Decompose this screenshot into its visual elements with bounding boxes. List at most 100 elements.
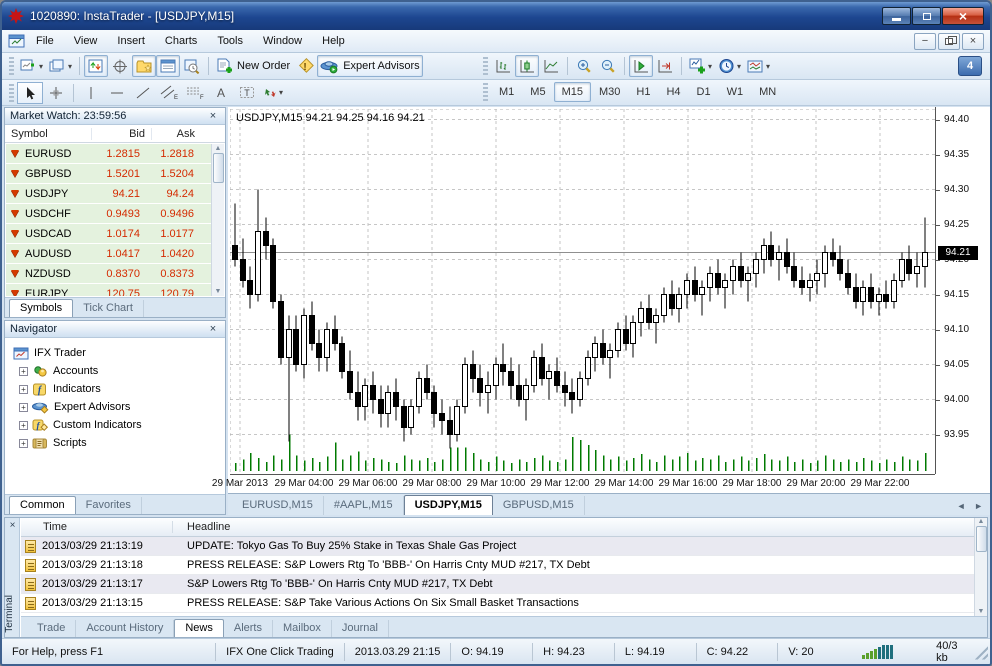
bar-chart-type-button[interactable] — [491, 55, 515, 77]
text-label-tool[interactable]: T — [234, 82, 260, 104]
expand-icon[interactable]: + — [19, 367, 28, 376]
news-row[interactable]: 2013/03/29 21:13:18PRESS RELEASE: S&P Lo… — [21, 556, 974, 575]
navigator-item-scripts[interactable]: +Scripts — [19, 434, 225, 452]
column-bid[interactable]: Bid — [91, 128, 151, 140]
market-watch-row-gbpusd[interactable]: GBPUSD1.52011.5204 — [6, 164, 211, 184]
column-symbol[interactable]: Symbol — [5, 128, 91, 140]
market-watch-toggle[interactable] — [84, 55, 108, 77]
toolbar-grip[interactable] — [483, 83, 488, 101]
timeframe-h1[interactable]: H1 — [628, 82, 658, 102]
terminal-tab-trade[interactable]: Trade — [27, 620, 76, 637]
market-watch-row-usdchf[interactable]: USDCHF0.94930.9496 — [6, 204, 211, 224]
resize-grip[interactable] — [972, 644, 988, 660]
timeframe-m30[interactable]: M30 — [591, 82, 628, 102]
chart-tab-eurusdm15[interactable]: EURUSD,M15 — [232, 496, 324, 515]
trendline-tool[interactable] — [130, 82, 156, 104]
chart-tab-scroll-arrows[interactable]: ◄ ► — [951, 501, 992, 515]
chart-tab-gbpusdm15[interactable]: GBPUSD,M15 — [493, 496, 585, 515]
fibonacci-tool[interactable]: F — [182, 82, 208, 104]
auto-scroll-button[interactable] — [629, 55, 653, 77]
terminal-scrollbar[interactable]: ▲ ▼ — [974, 518, 987, 616]
window-minimize-button[interactable] — [882, 7, 911, 25]
market-watch-close-icon[interactable]: × — [206, 110, 220, 122]
status-trading-mode[interactable]: IFX One Click Trading — [216, 643, 345, 661]
strategy-tester-button[interactable] — [180, 55, 204, 77]
navigator-item-expert-advisors[interactable]: +Expert Advisors — [19, 398, 225, 416]
menu-item-help[interactable]: Help — [312, 32, 355, 50]
data-window-button[interactable] — [108, 55, 132, 77]
column-time[interactable]: Time — [21, 521, 173, 533]
menu-item-tools[interactable]: Tools — [207, 32, 253, 50]
market-watch-row-eurusd[interactable]: EURUSD1.28151.2818 — [6, 144, 211, 164]
chart-plot[interactable] — [230, 109, 935, 472]
navigator-close-icon[interactable]: × — [206, 323, 220, 335]
menu-item-insert[interactable]: Insert — [107, 32, 155, 50]
terminal-tab-news[interactable]: News — [174, 619, 224, 637]
terminal-toggle[interactable] — [156, 55, 180, 77]
navigator-item-custom-indicators[interactable]: +fCustom Indicators — [19, 416, 225, 434]
vertical-line-tool[interactable] — [78, 82, 104, 104]
news-row[interactable]: 2013/03/29 21:13:19UPDATE: Tokyo Gas To … — [21, 537, 974, 556]
chart-tab-usdjpym15[interactable]: USDJPY,M15 — [404, 495, 493, 515]
column-headline[interactable]: Headline — [173, 521, 230, 533]
market-watch-scrollbar[interactable]: ▲ ▼ — [211, 144, 224, 296]
timeframe-d1[interactable]: D1 — [689, 82, 719, 102]
tab-tick-chart[interactable]: Tick Chart — [73, 300, 144, 317]
zoom-out-button[interactable] — [596, 55, 620, 77]
timeframe-w1[interactable]: W1 — [719, 82, 752, 102]
notifications-button[interactable]: 4 — [958, 56, 982, 76]
chart-time-axis[interactable]: 29 Mar 201329 Mar 04:0029 Mar 06:0029 Ma… — [230, 474, 935, 491]
terminal-tab-account-history[interactable]: Account History — [76, 620, 174, 637]
mdi-close-button[interactable]: × — [962, 33, 984, 50]
navigator-item-indicators[interactable]: +fIndicators — [19, 380, 225, 398]
scroll-down-icon[interactable]: ▼ — [978, 608, 985, 615]
expand-icon[interactable]: + — [19, 403, 28, 412]
window-maximize-button[interactable] — [912, 7, 941, 25]
navigator-toggle[interactable] — [132, 55, 156, 77]
text-tool[interactable]: A — [208, 82, 234, 104]
indicators-button[interactable]: ▾ — [686, 55, 715, 77]
toolbar-grip[interactable] — [483, 57, 488, 75]
toolbar-grip[interactable] — [9, 84, 14, 102]
crosshair-tool[interactable] — [43, 82, 69, 104]
horizontal-line-tool[interactable] — [104, 82, 130, 104]
scroll-up-icon[interactable]: ▲ — [978, 518, 985, 525]
timeframe-h4[interactable]: H4 — [658, 82, 688, 102]
periods-button[interactable]: ▾ — [715, 55, 744, 77]
market-watch-title-bar[interactable]: Market Watch: 23:59:56 × — [5, 108, 225, 125]
mdi-minimize-button[interactable]: − — [914, 33, 936, 50]
scroll-thumb[interactable] — [213, 153, 224, 183]
market-watch-row-usdjpy[interactable]: USDJPY94.2194.24 — [6, 184, 211, 204]
new-order-button[interactable]: New Order — [213, 55, 293, 77]
menu-item-window[interactable]: Window — [253, 32, 312, 50]
news-row[interactable]: 2013/03/29 21:13:15PRESS RELEASE: S&P Ta… — [21, 594, 974, 613]
line-chart-type-button[interactable] — [539, 55, 563, 77]
scroll-thumb[interactable] — [976, 526, 987, 552]
new-chart-button[interactable]: ▾ — [17, 55, 46, 77]
tab-common[interactable]: Common — [9, 496, 76, 514]
chart-tab-aaplm15[interactable]: #AAPL,M15 — [324, 496, 404, 515]
terminal-close-icon[interactable]: × — [6, 520, 19, 533]
market-watch-row-audusd[interactable]: AUDUSD1.04171.0420 — [6, 244, 211, 264]
timeframe-m15[interactable]: M15 — [554, 82, 591, 102]
tab-favorites[interactable]: Favorites — [76, 497, 142, 514]
important-button[interactable]: ! — [293, 55, 317, 77]
cursor-tool[interactable] — [17, 82, 43, 104]
navigator-title-bar[interactable]: Navigator × — [5, 321, 225, 338]
market-watch-row-usdcad[interactable]: USDCAD1.01741.0177 — [6, 224, 211, 244]
expand-icon[interactable]: + — [19, 421, 28, 430]
market-watch-row-nzdusd[interactable]: NZDUSD0.83700.8373 — [6, 264, 211, 284]
expand-icon[interactable]: + — [19, 385, 28, 394]
timeframe-m1[interactable]: M1 — [491, 82, 522, 102]
toolbar-grip[interactable] — [9, 57, 14, 75]
chart-canvas[interactable] — [230, 109, 935, 472]
column-ask[interactable]: Ask — [151, 128, 199, 140]
terminal-tab-alerts[interactable]: Alerts — [224, 620, 273, 637]
scroll-up-icon[interactable]: ▲ — [215, 145, 222, 152]
timeframe-m5[interactable]: M5 — [522, 82, 553, 102]
menu-item-view[interactable]: View — [64, 32, 108, 50]
terminal-tab-mailbox[interactable]: Mailbox — [273, 620, 332, 637]
expand-icon[interactable]: + — [19, 439, 28, 448]
navigator-item-accounts[interactable]: +Accounts — [19, 362, 225, 380]
scroll-down-icon[interactable]: ▼ — [215, 288, 222, 295]
